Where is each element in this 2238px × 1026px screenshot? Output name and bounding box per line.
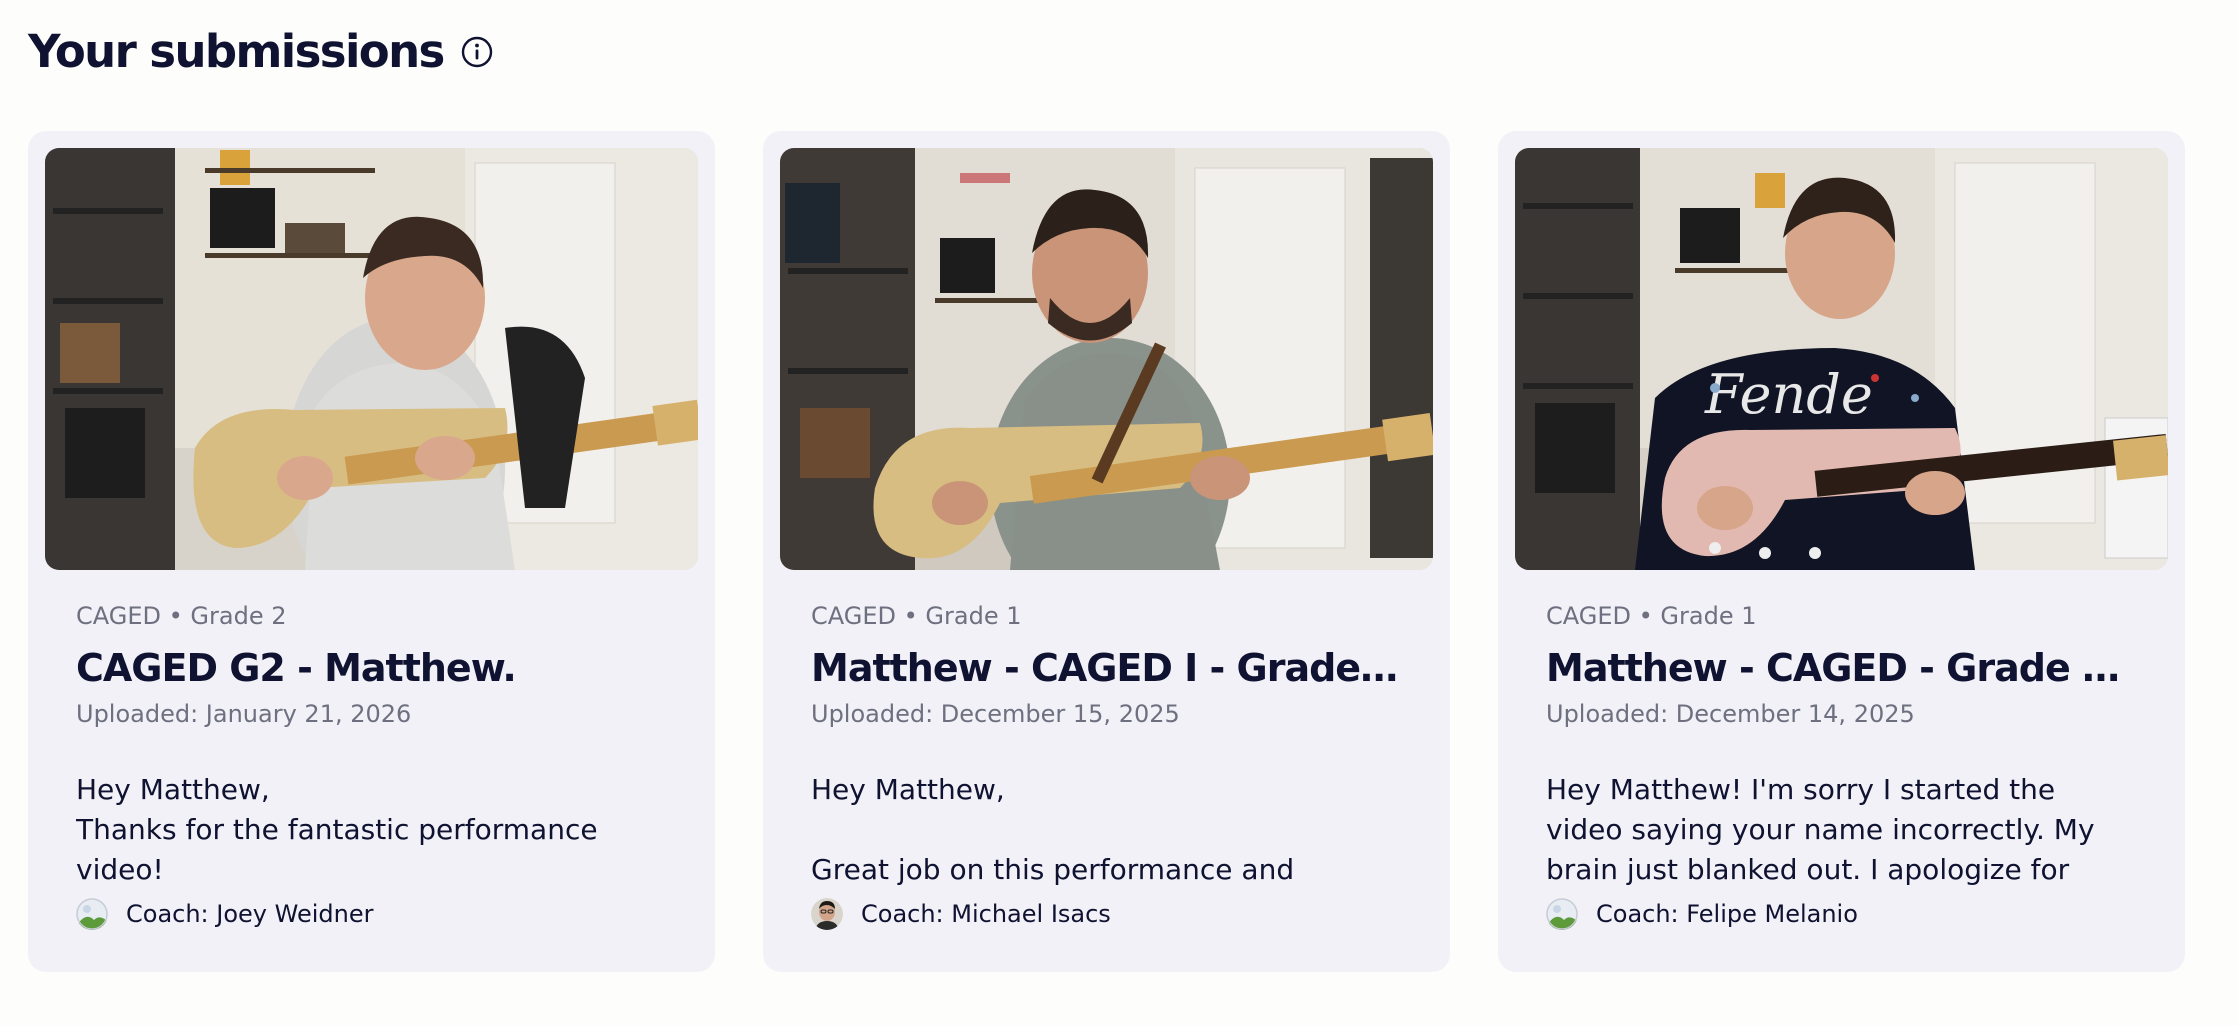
coach-name: Coach: Joey Weidner: [126, 900, 374, 928]
svg-text:Fende: Fende: [1704, 363, 1873, 426]
coach-photo-avatar: [811, 898, 843, 930]
course-grade: CAGED • Grade 1: [811, 602, 1022, 630]
placeholder-avatar-icon: [76, 898, 108, 930]
upload-date: Uploaded: December 14, 2025: [1546, 700, 1915, 728]
video-thumbnail[interactable]: [45, 148, 698, 570]
upload-date: Uploaded: January 21, 2026: [76, 700, 412, 728]
coach-row: Coach: Michael Isacs: [811, 898, 1402, 930]
page-title: Your submissions: [28, 25, 445, 78]
feedback-preview: Hey Matthew, Thanks for the fantastic pe…: [76, 773, 598, 886]
submission-cards: CAGED • Grade 2 CAGED G2 - Matthew. Uplo…: [28, 131, 2185, 972]
coach-row: Coach: Joey Weidner: [76, 898, 667, 930]
info-icon[interactable]: [460, 35, 494, 69]
submission-title[interactable]: Matthew - CAGED - Grade 1 - ...: [1546, 644, 2137, 692]
submissions-page: Your submissions CAGED • Grade 2 CAGED G…: [0, 0, 2238, 1026]
coach-name: Coach: Michael Isacs: [861, 900, 1111, 928]
coach-row: Coach: Felipe Melanio: [1546, 898, 2137, 930]
card-body: CAGED • Grade 1 Matthew - CAGED - Grade …: [1515, 601, 2168, 930]
feedback-preview: Hey Matthew! I'm sorry I started the vid…: [1546, 773, 2095, 886]
video-thumbnail[interactable]: [780, 148, 1433, 570]
coach-name: Coach: Felipe Melanio: [1596, 900, 1858, 928]
course-grade: CAGED • Grade 2: [76, 602, 287, 630]
submission-card[interactable]: CAGED • Grade 1 Matthew - CAGED I - Grad…: [763, 131, 1450, 972]
page-header: Your submissions: [28, 22, 494, 82]
submission-card[interactable]: CAGED • Grade 2 CAGED G2 - Matthew. Uplo…: [28, 131, 715, 972]
video-thumbnail[interactable]: Fende: [1515, 148, 2168, 570]
submission-title[interactable]: Matthew - CAGED I - Grade 1 -...: [811, 644, 1402, 692]
feedback-preview: Hey Matthew, Great job on this performan…: [811, 773, 1295, 886]
submission-card[interactable]: Fende CAGED • Grade 1 Matthew - CAGED - …: [1498, 131, 2185, 972]
card-body: CAGED • Grade 2 CAGED G2 - Matthew. Uplo…: [45, 601, 698, 930]
course-grade: CAGED • Grade 1: [1546, 602, 1757, 630]
card-body: CAGED • Grade 1 Matthew - CAGED I - Grad…: [780, 601, 1433, 930]
placeholder-avatar-icon: [1546, 898, 1578, 930]
upload-date: Uploaded: December 15, 2025: [811, 700, 1180, 728]
submission-title[interactable]: CAGED G2 - Matthew.: [76, 644, 667, 692]
